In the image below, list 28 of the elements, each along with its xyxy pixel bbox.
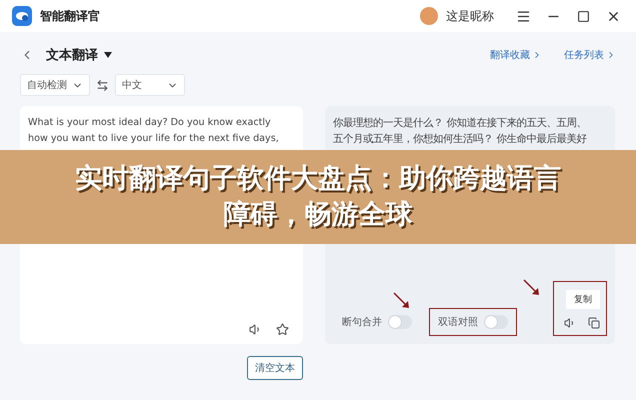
speaker-icon[interactable]	[249, 323, 262, 336]
translation-text-line: 你最理想的一天是什么？ 你知道在接下来的五天、五周、	[333, 116, 588, 131]
star-icon[interactable]	[276, 323, 289, 336]
toggle-label: 断句合并	[342, 316, 382, 329]
toggle-switch[interactable]	[388, 315, 412, 329]
speaker-icon[interactable]	[564, 317, 576, 329]
source-text-line: What is your most ideal day? Do you know exactly	[28, 116, 271, 130]
mode-dropdown[interactable]: 文本翻译	[46, 46, 112, 64]
banner-headline: 实时翻译句子软件大盘点：助你跨越语言	[75, 162, 561, 196]
target-language-select[interactable]: 中文	[115, 74, 185, 96]
nav-link[interactable]: 任务列表	[564, 48, 616, 62]
user-name: 这是昵称	[446, 8, 494, 24]
tooltip: 复制	[566, 290, 600, 309]
translation-text-line: 五个月或五年里，你想如何生活吗？ 你生命中最后最美好	[333, 132, 588, 147]
source-text-line: how you want to live your life for the next five days,	[28, 132, 279, 146]
app-title: 智能翻译官	[40, 8, 100, 24]
source-language-select[interactable]: 自动检测	[20, 74, 90, 96]
nav-link[interactable]: 翻译收藏	[490, 48, 542, 62]
arrow	[393, 292, 411, 310]
swap-icon[interactable]	[96, 78, 109, 92]
toggle-switch[interactable]	[484, 315, 508, 329]
app-logo-icon	[12, 6, 32, 26]
clear-text-button[interactable]: 清空文本	[247, 356, 303, 380]
caret-icon	[104, 52, 112, 58]
copy-icon[interactable]	[588, 317, 600, 329]
toggle-label: 双语对照	[438, 316, 478, 329]
banner-headline: 障碍，畅游全球	[224, 198, 412, 232]
arrow	[523, 279, 541, 297]
